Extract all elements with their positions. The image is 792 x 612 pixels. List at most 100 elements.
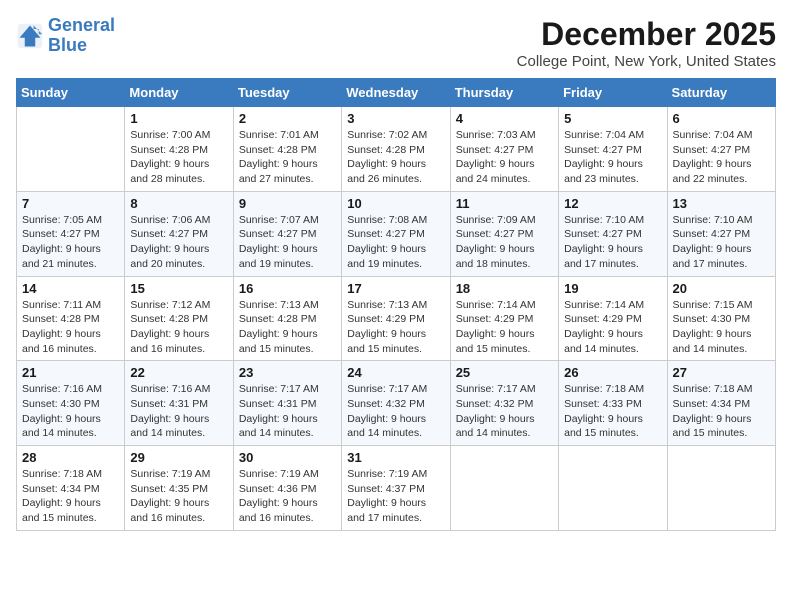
day-cell xyxy=(559,446,667,531)
day-cell xyxy=(17,107,125,192)
day-cell: 8 Sunrise: 7:06 AM Sunset: 4:27 PM Daylig… xyxy=(125,191,233,276)
day-number: 16 xyxy=(239,281,336,296)
day-info: Sunrise: 7:12 AM Sunset: 4:28 PM Dayligh… xyxy=(130,298,227,357)
day-info: Sunrise: 7:07 AM Sunset: 4:27 PM Dayligh… xyxy=(239,213,336,272)
calendar-body: 1 Sunrise: 7:00 AM Sunset: 4:28 PM Daylig… xyxy=(17,107,776,531)
logo-line1: General xyxy=(48,15,115,35)
week-row-2: 7Sunrise: 7:05 AM Sunset: 4:27 PM Daylig… xyxy=(17,191,776,276)
calendar-subtitle: College Point, New York, United States xyxy=(517,53,776,70)
day-number: 23 xyxy=(239,365,336,380)
day-number: 5 xyxy=(564,111,661,126)
day-cell: 6 Sunrise: 7:04 AM Sunset: 4:27 PM Daylig… xyxy=(667,107,775,192)
day-number: 24 xyxy=(347,365,444,380)
day-info: Sunrise: 7:08 AM Sunset: 4:27 PM Dayligh… xyxy=(347,213,444,272)
day-cell: 31Sunrise: 7:19 AM Sunset: 4:37 PM Dayli… xyxy=(342,446,450,531)
header-row: SundayMondayTuesdayWednesdayThursdayFrid… xyxy=(17,79,776,107)
day-cell: 15Sunrise: 7:12 AM Sunset: 4:28 PM Dayli… xyxy=(125,276,233,361)
day-cell: 24Sunrise: 7:17 AM Sunset: 4:32 PM Dayli… xyxy=(342,361,450,446)
day-number: 29 xyxy=(130,450,227,465)
day-info: Sunrise: 7:01 AM Sunset: 4:28 PM Dayligh… xyxy=(239,128,336,187)
day-cell: 2 Sunrise: 7:01 AM Sunset: 4:28 PM Daylig… xyxy=(233,107,341,192)
week-row-4: 21Sunrise: 7:16 AM Sunset: 4:30 PM Dayli… xyxy=(17,361,776,446)
day-info: Sunrise: 7:19 AM Sunset: 4:35 PM Dayligh… xyxy=(130,467,227,526)
day-cell: 21Sunrise: 7:16 AM Sunset: 4:30 PM Dayli… xyxy=(17,361,125,446)
day-number: 10 xyxy=(347,196,444,211)
day-cell: 4 Sunrise: 7:03 AM Sunset: 4:27 PM Daylig… xyxy=(450,107,558,192)
day-number: 8 xyxy=(130,196,227,211)
header-cell-friday: Friday xyxy=(559,79,667,107)
day-cell: 7Sunrise: 7:05 AM Sunset: 4:27 PM Daylig… xyxy=(17,191,125,276)
header-cell-sunday: Sunday xyxy=(17,79,125,107)
day-info: Sunrise: 7:18 AM Sunset: 4:34 PM Dayligh… xyxy=(673,382,770,441)
day-cell: 12 Sunrise: 7:10 AM Sunset: 4:27 PM Dayli… xyxy=(559,191,667,276)
day-info: Sunrise: 7:04 AM Sunset: 4:27 PM Dayligh… xyxy=(673,128,770,187)
week-row-5: 28 Sunrise: 7:18 AM Sunset: 4:34 PM Dayli… xyxy=(17,446,776,531)
day-info: Sunrise: 7:16 AM Sunset: 4:31 PM Dayligh… xyxy=(130,382,227,441)
day-cell: 22 Sunrise: 7:16 AM Sunset: 4:31 PM Dayli… xyxy=(125,361,233,446)
day-number: 18 xyxy=(456,281,553,296)
day-number: 27 xyxy=(673,365,770,380)
day-info: Sunrise: 7:11 AM Sunset: 4:28 PM Dayligh… xyxy=(22,298,119,357)
day-info: Sunrise: 7:03 AM Sunset: 4:27 PM Dayligh… xyxy=(456,128,553,187)
day-cell: 1 Sunrise: 7:00 AM Sunset: 4:28 PM Daylig… xyxy=(125,107,233,192)
day-info: Sunrise: 7:06 AM Sunset: 4:27 PM Dayligh… xyxy=(130,213,227,272)
day-info: Sunrise: 7:17 AM Sunset: 4:32 PM Dayligh… xyxy=(456,382,553,441)
day-cell: 5 Sunrise: 7:04 AM Sunset: 4:27 PM Daylig… xyxy=(559,107,667,192)
day-cell: 18 Sunrise: 7:14 AM Sunset: 4:29 PM Dayli… xyxy=(450,276,558,361)
day-info: Sunrise: 7:02 AM Sunset: 4:28 PM Dayligh… xyxy=(347,128,444,187)
logo-icon xyxy=(16,22,44,50)
day-cell: 20Sunrise: 7:15 AM Sunset: 4:30 PM Dayli… xyxy=(667,276,775,361)
day-info: Sunrise: 7:04 AM Sunset: 4:27 PM Dayligh… xyxy=(564,128,661,187)
day-number: 13 xyxy=(673,196,770,211)
page-header: General Blue December 2025 College Point… xyxy=(16,16,776,70)
day-info: Sunrise: 7:16 AM Sunset: 4:30 PM Dayligh… xyxy=(22,382,119,441)
title-block: December 2025 College Point, New York, U… xyxy=(517,16,776,70)
day-cell: 14 Sunrise: 7:11 AM Sunset: 4:28 PM Dayli… xyxy=(17,276,125,361)
day-cell: 29 Sunrise: 7:19 AM Sunset: 4:35 PM Dayli… xyxy=(125,446,233,531)
day-cell: 16Sunrise: 7:13 AM Sunset: 4:28 PM Dayli… xyxy=(233,276,341,361)
day-info: Sunrise: 7:14 AM Sunset: 4:29 PM Dayligh… xyxy=(456,298,553,357)
day-number: 14 xyxy=(22,281,119,296)
header-cell-monday: Monday xyxy=(125,79,233,107)
day-number: 31 xyxy=(347,450,444,465)
day-info: Sunrise: 7:17 AM Sunset: 4:31 PM Dayligh… xyxy=(239,382,336,441)
day-info: Sunrise: 7:18 AM Sunset: 4:33 PM Dayligh… xyxy=(564,382,661,441)
day-number: 1 xyxy=(130,111,227,126)
day-cell: 23 Sunrise: 7:17 AM Sunset: 4:31 PM Dayli… xyxy=(233,361,341,446)
day-cell: 3 Sunrise: 7:02 AM Sunset: 4:28 PM Daylig… xyxy=(342,107,450,192)
day-number: 28 xyxy=(22,450,119,465)
day-number: 22 xyxy=(130,365,227,380)
logo-text: General Blue xyxy=(48,16,115,56)
day-cell: 26Sunrise: 7:18 AM Sunset: 4:33 PM Dayli… xyxy=(559,361,667,446)
header-cell-wednesday: Wednesday xyxy=(342,79,450,107)
day-number: 12 xyxy=(564,196,661,211)
header-cell-saturday: Saturday xyxy=(667,79,775,107)
day-number: 4 xyxy=(456,111,553,126)
day-cell xyxy=(450,446,558,531)
day-info: Sunrise: 7:05 AM Sunset: 4:27 PM Dayligh… xyxy=(22,213,119,272)
day-number: 30 xyxy=(239,450,336,465)
day-number: 25 xyxy=(456,365,553,380)
day-info: Sunrise: 7:00 AM Sunset: 4:28 PM Dayligh… xyxy=(130,128,227,187)
day-cell: 13 Sunrise: 7:10 AM Sunset: 4:27 PM Dayli… xyxy=(667,191,775,276)
day-number: 3 xyxy=(347,111,444,126)
header-cell-thursday: Thursday xyxy=(450,79,558,107)
day-number: 2 xyxy=(239,111,336,126)
day-info: Sunrise: 7:10 AM Sunset: 4:27 PM Dayligh… xyxy=(673,213,770,272)
day-number: 20 xyxy=(673,281,770,296)
day-info: Sunrise: 7:10 AM Sunset: 4:27 PM Dayligh… xyxy=(564,213,661,272)
day-cell xyxy=(667,446,775,531)
calendar-title: December 2025 xyxy=(517,16,776,53)
week-row-3: 14 Sunrise: 7:11 AM Sunset: 4:28 PM Dayli… xyxy=(17,276,776,361)
logo-line2: Blue xyxy=(48,35,87,55)
day-cell: 19Sunrise: 7:14 AM Sunset: 4:29 PM Dayli… xyxy=(559,276,667,361)
day-info: Sunrise: 7:18 AM Sunset: 4:34 PM Dayligh… xyxy=(22,467,119,526)
logo: General Blue xyxy=(16,16,115,56)
week-row-1: 1 Sunrise: 7:00 AM Sunset: 4:28 PM Daylig… xyxy=(17,107,776,192)
day-number: 6 xyxy=(673,111,770,126)
day-cell: 27 Sunrise: 7:18 AM Sunset: 4:34 PM Dayli… xyxy=(667,361,775,446)
day-number: 19 xyxy=(564,281,661,296)
day-cell: 28 Sunrise: 7:18 AM Sunset: 4:34 PM Dayli… xyxy=(17,446,125,531)
day-info: Sunrise: 7:19 AM Sunset: 4:36 PM Dayligh… xyxy=(239,467,336,526)
day-cell: 10 Sunrise: 7:08 AM Sunset: 4:27 PM Dayli… xyxy=(342,191,450,276)
